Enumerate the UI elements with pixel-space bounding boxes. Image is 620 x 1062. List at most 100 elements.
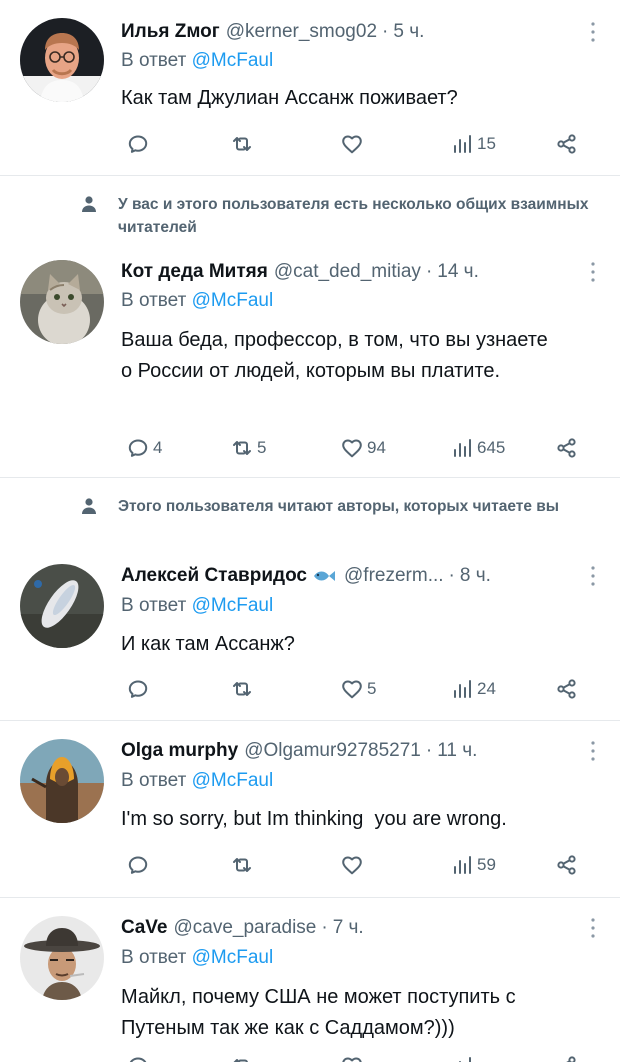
retweet-icon — [230, 132, 254, 156]
tweet-1[interactable]: Илья Zмог @kerner_smog02 · 5 ч. В ответ … — [0, 0, 620, 176]
like-button[interactable]: 5 — [340, 675, 376, 703]
social-context: У вас и этого пользователя есть нескольк… — [80, 193, 612, 239]
author-handle[interactable]: @cave_paradise — [173, 917, 316, 939]
timestamp[interactable]: 14 ч. — [437, 261, 479, 283]
share-button[interactable] — [555, 851, 579, 879]
share-button[interactable] — [555, 434, 579, 462]
replying-to: В ответ @McFaul — [121, 595, 273, 617]
reply-prefix: В ответ — [121, 595, 187, 616]
tweet-text: И как там Ассанж? — [121, 633, 295, 655]
tweet-text: Майкл, почему США не может поступить с П… — [121, 986, 522, 1039]
more-options-icon[interactable] — [590, 916, 596, 940]
retweet-button[interactable] — [230, 675, 257, 703]
author-handle[interactable]: @Olgamur92785271 — [244, 740, 421, 762]
views-icon — [450, 1054, 474, 1062]
like-button[interactable] — [340, 130, 367, 158]
share-icon — [555, 1054, 579, 1062]
more-options-icon[interactable] — [590, 564, 596, 588]
reply-button[interactable] — [126, 851, 153, 879]
view-count: 59 — [477, 855, 496, 874]
cowboy-hat-avatar-image — [20, 916, 104, 1000]
mention-link[interactable]: @McFaul — [192, 595, 274, 616]
heart-icon — [340, 436, 364, 460]
reply-icon — [126, 1054, 150, 1062]
retweet-button[interactable]: 5 — [230, 434, 266, 462]
tweet-header: Илья Zмог @kerner_smog02 · 5 ч. — [121, 20, 602, 44]
share-button[interactable] — [555, 130, 579, 158]
reply-icon — [126, 132, 150, 156]
tweet-4[interactable]: Olga murphy @Olgamur92785271 · 11 ч. В о… — [0, 721, 620, 898]
social-context-text: У вас и этого пользователя есть нескольк… — [118, 196, 589, 236]
like-button[interactable] — [340, 1052, 364, 1062]
view-count: 645 — [477, 438, 506, 457]
reply-button[interactable] — [126, 675, 153, 703]
reply-prefix: В ответ — [121, 290, 187, 311]
share-button[interactable] — [555, 1052, 579, 1062]
tweet-2[interactable]: У вас и этого пользователя есть нескольк… — [0, 176, 620, 478]
mention-link[interactable]: @McFaul — [192, 50, 274, 71]
tweet-3[interactable]: Этого пользователя читают авторы, которы… — [0, 478, 620, 721]
tweet-5[interactable]: CaVe @cave_paradise · 7 ч. В ответ @McFa… — [0, 898, 620, 1062]
author-name[interactable]: Алексей Ставридос — [121, 565, 307, 587]
reply-button[interactable] — [126, 1052, 150, 1062]
timestamp[interactable]: 11 ч. — [437, 740, 477, 762]
retweet-button[interactable] — [230, 130, 257, 158]
reply-button[interactable]: 4 — [126, 434, 162, 462]
avatar[interactable] — [20, 916, 104, 1000]
mention-link[interactable]: @McFaul — [192, 947, 274, 968]
more-options-icon[interactable] — [590, 20, 596, 44]
author-handle[interactable]: @frezerm... — [344, 565, 444, 587]
avatar[interactable] — [20, 739, 104, 823]
author-name[interactable]: Кот деда Митяя — [121, 261, 268, 283]
like-count: 94 — [367, 438, 386, 457]
retweet-button[interactable] — [230, 1052, 254, 1062]
share-button[interactable] — [555, 675, 579, 703]
views-button[interactable]: 59 — [450, 851, 496, 879]
person-icon — [80, 195, 98, 213]
author-name[interactable]: CaVe — [121, 917, 167, 939]
heart-icon — [340, 1054, 364, 1062]
fish-emoji-icon — [314, 571, 336, 581]
reply-button[interactable] — [126, 130, 153, 158]
like-button[interactable]: 94 — [340, 434, 386, 462]
tweet-header: Кот деда Митяя @cat_ded_mitiay · 14 ч. — [121, 260, 602, 284]
timestamp[interactable]: 8 ч. — [460, 565, 491, 587]
share-icon — [555, 132, 579, 156]
mention-link[interactable]: @McFaul — [192, 290, 274, 311]
reply-prefix: В ответ — [121, 770, 187, 791]
views-button[interactable]: 24 — [450, 675, 496, 703]
person-icon — [80, 497, 98, 515]
dot-separator: · — [425, 261, 433, 282]
tweet-text: Ваша беда, профессор, в том, что вы узна… — [121, 329, 554, 382]
avatar[interactable] — [20, 260, 104, 344]
views-button[interactable] — [450, 1052, 474, 1062]
author-handle[interactable]: @cat_ded_mitiay — [274, 261, 421, 283]
view-count: 24 — [477, 679, 496, 698]
views-icon — [450, 677, 474, 701]
tweet-header: Алексей Ставридос @frezerm... · 8 ч. — [121, 564, 602, 588]
replying-to: В ответ @McFaul — [121, 947, 273, 969]
views-button[interactable]: 645 — [450, 434, 505, 462]
tweet-text: I'm so sorry, but Im thinking you are wr… — [121, 808, 507, 830]
mention-link[interactable]: @McFaul — [192, 770, 274, 791]
avatar[interactable] — [20, 564, 104, 648]
author-name[interactable]: Илья Zмог — [121, 21, 220, 43]
author-name[interactable]: Olga murphy — [121, 740, 238, 762]
more-options-icon[interactable] — [590, 260, 596, 284]
timestamp[interactable]: 5 ч. — [393, 21, 424, 43]
views-icon — [450, 436, 474, 460]
social-context: Этого пользователя читают авторы, которы… — [80, 495, 612, 518]
replying-to: В ответ @McFaul — [121, 50, 273, 72]
author-handle[interactable]: @kerner_smog02 — [226, 21, 377, 43]
more-options-icon[interactable] — [590, 739, 596, 763]
reply-prefix: В ответ — [121, 50, 187, 71]
avatar[interactable] — [20, 18, 104, 102]
view-count: 15 — [477, 134, 496, 153]
retweet-button[interactable] — [230, 851, 257, 879]
timestamp[interactable]: 7 ч. — [333, 917, 364, 939]
like-button[interactable] — [340, 851, 367, 879]
views-button[interactable]: 15 — [450, 130, 496, 158]
action-bar: 15 — [0, 130, 620, 158]
hooded-figure-avatar-image — [20, 739, 104, 823]
like-count: 5 — [367, 679, 377, 698]
